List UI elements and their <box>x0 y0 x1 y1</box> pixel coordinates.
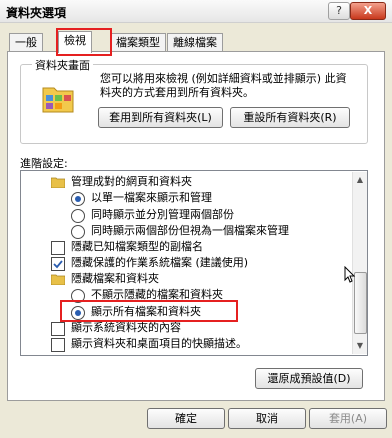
tab-offline-files[interactable]: 離線檔案 <box>167 33 223 52</box>
list-item-label: 顯示資料夾和桌面項目的快顯描述。 <box>71 337 247 350</box>
radio-button[interactable] <box>71 289 85 303</box>
list-item-label: 同時顯示兩個部份但視為一個檔案來管理 <box>91 224 289 237</box>
radio-button[interactable] <box>71 225 85 239</box>
radio-button[interactable] <box>71 192 85 206</box>
folder-icon <box>51 177 65 188</box>
list-item-label: 不顯示隱藏的檔案和資料夾 <box>91 288 223 301</box>
apply-button[interactable]: 套用(A) <box>309 408 387 429</box>
mouse-cursor-icon <box>344 266 356 283</box>
ok-button[interactable]: 確定 <box>147 408 225 429</box>
window-title: 資料夾選項 <box>6 6 67 20</box>
apply-to-all-folders-button[interactable]: 套用到所有資料夾(L) <box>98 107 223 128</box>
tab-general[interactable]: 一般 <box>9 33 43 52</box>
list-item-label: 隱藏保護的作業系統檔案 (建議使用) <box>71 256 249 269</box>
reset-all-folders-button[interactable]: 重設所有資料夾(R) <box>230 107 350 128</box>
radio-button[interactable] <box>71 209 85 223</box>
scroll-up-icon[interactable]: ▲ <box>354 174 366 186</box>
check-icon <box>53 260 63 269</box>
checkbox[interactable] <box>51 338 65 352</box>
list-item-label: 顯示系統資料夾的內容 <box>71 321 181 334</box>
advanced-settings-title: 進階設定: <box>20 157 68 170</box>
list-item-label: 同時顯示並分別管理兩個部份 <box>91 208 234 221</box>
checkbox[interactable] <box>51 257 65 271</box>
restore-defaults-button[interactable]: 還原成預設值(D) <box>255 368 363 389</box>
folder-views-description: 您可以將用來檢視 (例如詳細資料或並排顯示) 此資料夾的方式套用到所有資料夾。 <box>100 72 347 99</box>
tab-file-types[interactable]: 檔案類型 <box>110 33 166 52</box>
tab-view[interactable]: 檢視 <box>58 31 92 53</box>
folder-views-title: 資料夾畫面 <box>32 57 93 73</box>
checkbox[interactable] <box>51 322 65 336</box>
help-button[interactable]: ? <box>328 2 350 20</box>
list-item-label: 以單一檔案來顯示和管理 <box>91 191 212 204</box>
folder-view-icon <box>42 87 74 113</box>
advanced-settings-list[interactable]: 管理成對的網頁和資料夾 以單一檔案來顯示和管理 同時顯示並分別管理兩個部份 同時… <box>20 170 368 356</box>
scrollbar[interactable]: ▲ ▼ <box>352 172 367 354</box>
list-item-label: 顯示所有檔案和資料夾 <box>91 305 201 318</box>
close-button[interactable]: X <box>350 2 386 20</box>
folder-icon <box>51 274 65 285</box>
cancel-button[interactable]: 取消 <box>228 408 306 429</box>
list-item-label: 隱藏檔案和資料夾 <box>71 272 159 285</box>
radio-button[interactable] <box>71 306 85 320</box>
list-item-label: 隱藏已知檔案類型的副檔名 <box>71 240 203 253</box>
checkbox[interactable] <box>51 241 65 255</box>
title-bar: 資料夾選項 ? X <box>0 0 392 23</box>
scroll-down-icon[interactable]: ▼ <box>354 340 366 352</box>
list-item-label: 管理成對的網頁和資料夾 <box>71 175 192 188</box>
